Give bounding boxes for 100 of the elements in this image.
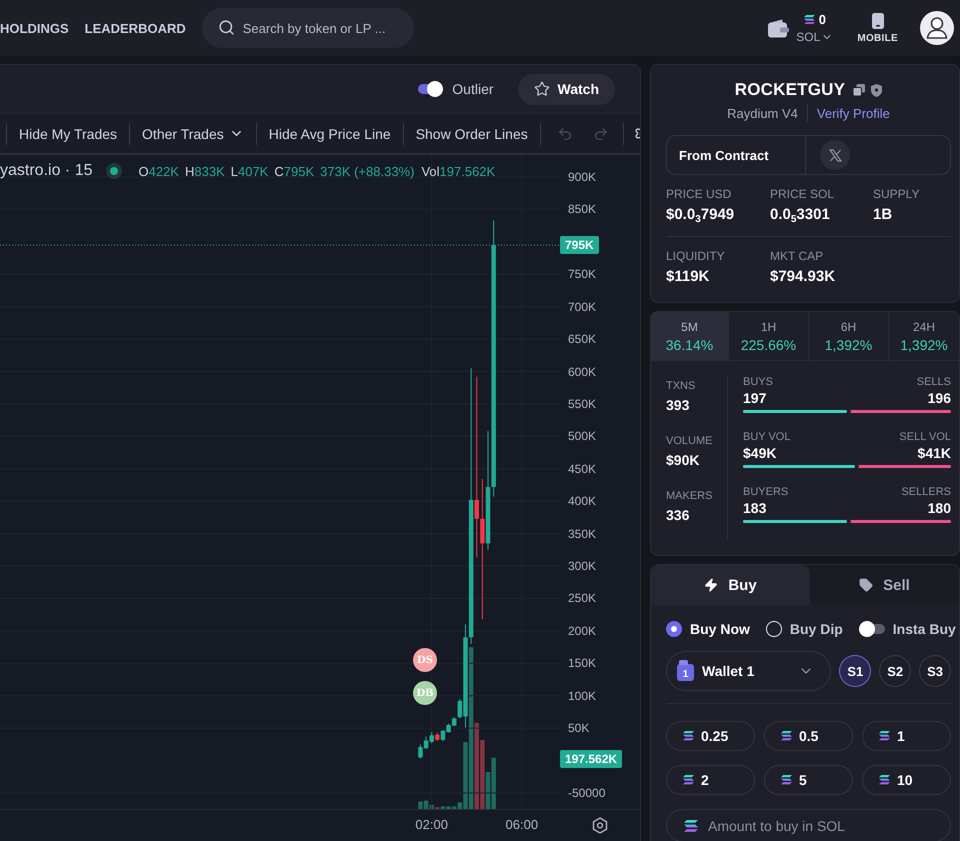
stat-label: TXNS [666,380,696,393]
dex-label: Raydium V4 [727,106,798,120]
lightning-icon [704,578,718,592]
stat-value: 393 [666,396,690,414]
sol-icon [879,775,890,785]
amount-button[interactable]: 1 [862,721,951,751]
axis-label: 850K [568,202,596,216]
toolbar-button[interactable]: Hide My Trades [7,114,130,153]
trade-tab[interactable]: Buy [651,565,810,605]
trade-tab[interactable]: Sell [810,565,959,605]
axis-label: 450K [568,462,596,476]
stat-label: SUPPLY [873,187,920,201]
star-icon [534,81,550,97]
token-name: ROCKETGUY [734,80,846,100]
timeframe-tab[interactable]: 6H 1,392% [809,312,889,360]
ohlc-value: O422K [138,164,179,178]
stat-label: MAKERS [666,490,714,503]
search-field[interactable]: Search by token or LP ... [202,8,414,48]
stat-value: $119K [666,268,710,286]
volume-value: Vol197.562K [421,164,496,178]
timeframe-tab[interactable]: 1H 225.66% [729,312,809,360]
social-button[interactable] [820,140,850,170]
stat-value: $794.93K [770,268,836,286]
wallet-icon [768,18,790,38]
volume-tag: 197.562K [560,750,622,768]
stat-label: LIQUIDITY [666,249,726,263]
toolbar-button[interactable]: Hide Avg Price Line [256,114,403,153]
toggle-label: Outlier [452,81,494,97]
search-icon [218,19,235,36]
amount-button[interactable]: 2 [666,765,755,795]
sol-icon [781,731,792,741]
wallet-select[interactable]: 1 Wallet 1 [666,651,832,691]
stat-value: $0.0$_{3}$7949 [666,206,736,224]
amount-button[interactable]: 0.25 [666,721,755,751]
axis-label: 900K [568,170,596,184]
stat-label: SELLERS [901,486,951,499]
axis-label: 750K [568,267,596,282]
stat-value: 1B [873,206,894,224]
toolbar-dropdown[interactable]: Other Trades [130,114,256,153]
stat-label: BUYS [743,376,773,389]
amount-button[interactable]: 5 [764,765,853,795]
verify-profile-link[interactable]: Verify Profile [816,106,890,120]
axis-label: -50000 [568,786,606,800]
sol-icon [684,820,698,832]
time-label: 06:00 [506,817,538,832]
stat-label: BUY VOL [743,431,790,444]
nav-link[interactable]: HOLDINGS [0,20,69,36]
stat-label: BUYERS [743,486,788,499]
amount-input[interactable]: Amount to buy in SOL [666,809,951,841]
slot-button[interactable]: S2 [879,655,912,687]
mobile-button[interactable]: MOBILE [857,12,898,44]
axis-label: 250K [568,591,596,606]
nav-link[interactable]: LEADERBOARD [84,20,186,36]
toggle-switch[interactable] [858,621,885,637]
ohlc-value: C795K [274,164,314,178]
timeframe-tab[interactable]: 5M 36.14% [651,312,729,360]
stat-value: 196 [928,389,951,407]
sol-icon [683,731,694,741]
stat-value: 336 [666,506,690,524]
ohlc-value: L407K [230,164,268,178]
axis-label: 600K [568,364,596,379]
axis-label: 550K [568,396,596,411]
sol-icon [879,731,890,741]
toggle-switch[interactable] [417,81,444,97]
price-tag: 795K [560,236,599,254]
stat-label: MKT CAP [770,249,824,263]
settings-icon[interactable] [592,817,608,834]
stat-label: SELLS [916,376,951,389]
amount-button[interactable]: 10 [862,765,951,795]
phone-icon [872,12,884,28]
axis-label: 650K [568,332,596,346]
stat-value: $49K [743,444,776,462]
sol-icon [781,775,792,785]
radio-button[interactable] [766,621,782,637]
shield-icon [871,84,882,96]
stat-value: 180 [928,499,951,517]
status-dot-icon [106,163,122,179]
avatar-icon[interactable] [920,11,954,45]
axis-label: 500K [568,429,596,444]
timeframe-tab[interactable]: 24H 1,392% [889,312,959,360]
axis-label: 150K [568,656,596,670]
stat-value: $90K [666,451,700,469]
toolbar-button[interactable]: Show Order Lines [404,114,540,153]
tag-icon [859,578,874,592]
copy-icon[interactable] [853,84,866,96]
stat-label: PRICE SOL [770,187,836,201]
axis-label: 700K [568,300,596,314]
stat-value: $41K [918,444,951,462]
watch-button[interactable]: Watch [518,74,615,104]
stat-value: 0.0$_{5}$3301 [770,206,831,224]
slot-button[interactable]: S3 [919,655,952,687]
ohlc-value: H833K [184,164,225,178]
radio-label: Buy Now [690,621,750,637]
toggle-label: Insta Buy [892,621,956,637]
x-icon [828,148,842,162]
slot-button[interactable]: S1 [839,655,872,687]
wallet-button[interactable]: 0 SOL [768,12,834,44]
amount-button[interactable]: 0.5 [764,721,853,751]
radio-button[interactable] [666,621,682,637]
symbol-label: yastro.io · 15 [0,162,92,180]
